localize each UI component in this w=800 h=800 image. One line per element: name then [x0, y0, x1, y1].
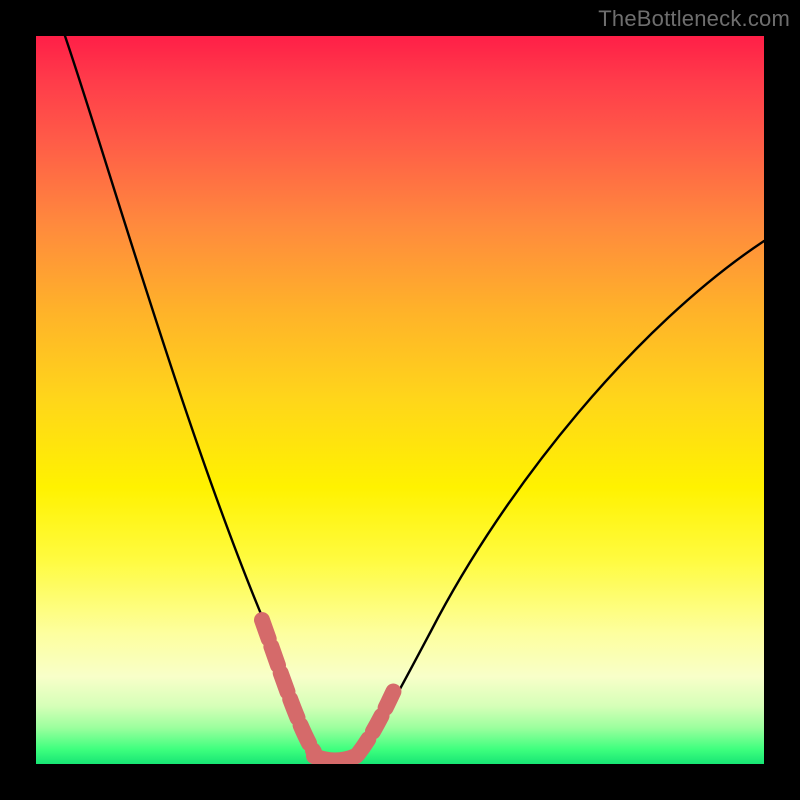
highlight-right	[358, 686, 396, 754]
curve-layer	[36, 36, 764, 764]
highlight-bottom	[314, 756, 356, 761]
chart-frame: TheBottleneck.com	[0, 0, 800, 800]
plot-area	[36, 36, 764, 764]
bottleneck-curve	[65, 36, 764, 761]
highlight-left	[262, 620, 314, 752]
watermark-text: TheBottleneck.com	[598, 6, 790, 32]
